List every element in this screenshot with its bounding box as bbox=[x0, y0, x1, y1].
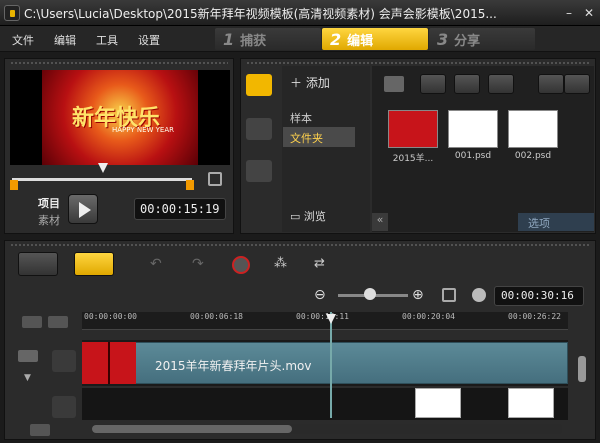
trim-start-handle[interactable] bbox=[10, 180, 18, 190]
trim-end-handle[interactable] bbox=[186, 180, 194, 190]
record-icon[interactable] bbox=[232, 256, 250, 274]
zoom-out-icon[interactable]: ⊖ bbox=[314, 287, 326, 303]
overlay-track[interactable] bbox=[82, 388, 568, 420]
tab-share[interactable]: 3 分享 bbox=[429, 28, 535, 50]
title-icon[interactable] bbox=[246, 160, 272, 182]
media-thumb-psd-2[interactable] bbox=[508, 110, 558, 148]
ruler-tick: 00:00:00:00 bbox=[84, 312, 137, 321]
track-manager-icon[interactable] bbox=[22, 316, 42, 328]
step-number: 2 bbox=[330, 30, 342, 49]
scrubber-bar[interactable] bbox=[12, 178, 192, 181]
ruler-tick: 00:00:20:04 bbox=[402, 312, 455, 321]
undo-icon[interactable]: ↶ bbox=[150, 256, 162, 272]
add-label: 添加 bbox=[305, 76, 330, 90]
tab-edit[interactable]: 2 编辑 bbox=[322, 28, 428, 50]
panel-grip bbox=[246, 61, 590, 65]
add-track-icon[interactable] bbox=[30, 424, 50, 436]
ripple-edit-icon[interactable] bbox=[18, 350, 38, 362]
menu-edit[interactable]: 编辑 bbox=[54, 32, 76, 48]
fit-screen-icon[interactable] bbox=[208, 172, 222, 186]
menu-file[interactable]: 文件 bbox=[12, 32, 34, 48]
redo-icon[interactable]: ↷ bbox=[192, 256, 204, 272]
plus-icon: ＋ bbox=[290, 76, 306, 90]
video-track-icon[interactable] bbox=[52, 350, 76, 372]
thumb-caption: 001.psd bbox=[454, 151, 492, 161]
timeline-view-button[interactable] bbox=[74, 252, 114, 276]
panel-grip bbox=[10, 243, 590, 247]
overlay-clip-2[interactable] bbox=[508, 388, 554, 418]
thumb-caption: 002.psd bbox=[514, 151, 552, 161]
step-number: 1 bbox=[223, 30, 235, 49]
media-thumb-video[interactable] bbox=[388, 110, 438, 148]
menu-settings[interactable]: 设置 bbox=[138, 32, 160, 48]
browse-icon: ▭ bbox=[290, 210, 304, 223]
transition-icon[interactable] bbox=[246, 118, 272, 140]
step-number: 3 bbox=[437, 30, 449, 49]
vertical-scrollbar[interactable] bbox=[578, 356, 586, 382]
ruler-tick: 00:00:13:11 bbox=[296, 312, 349, 321]
step-label: 捕获 bbox=[240, 34, 267, 49]
zoom-slider-knob[interactable] bbox=[364, 288, 376, 300]
overlay-track-icon[interactable] bbox=[52, 396, 76, 418]
zoom-in-icon[interactable]: ⊕ bbox=[412, 287, 424, 303]
show-photo-button[interactable] bbox=[454, 74, 480, 94]
audio-mixer-icon[interactable]: ⁂ bbox=[274, 256, 287, 271]
minimize-button[interactable]: – bbox=[560, 4, 578, 22]
close-button[interactable]: ✕ bbox=[580, 4, 598, 22]
step-label: 编辑 bbox=[347, 34, 374, 49]
clip-thumbnail bbox=[82, 342, 136, 384]
overlay-clip-1[interactable] bbox=[415, 388, 461, 418]
folder-item-folder[interactable]: 文件夹 bbox=[283, 127, 355, 147]
menu-tools[interactable]: 工具 bbox=[96, 32, 118, 48]
window-title: C:\Users\Lucia\Desktop\2015新年拜年视频模板(高清视频… bbox=[24, 7, 497, 21]
app-icon bbox=[4, 5, 20, 21]
horizontal-scrollbar-thumb[interactable] bbox=[92, 425, 292, 433]
browse-button[interactable]: ▭ 浏览 bbox=[290, 208, 326, 224]
folder-icon[interactable] bbox=[384, 76, 404, 92]
storyboard-view-button[interactable] bbox=[18, 252, 58, 276]
playhead[interactable] bbox=[330, 312, 332, 418]
clip-name: 2015羊年新春拜年片头.mov bbox=[155, 359, 312, 373]
show-audio-button[interactable] bbox=[488, 74, 514, 94]
show-video-button[interactable] bbox=[420, 74, 446, 94]
list-view-button[interactable] bbox=[538, 74, 564, 94]
ruler-tick: 00:00:26:22 bbox=[508, 312, 561, 321]
collapse-library-button[interactable]: « bbox=[372, 213, 388, 231]
tab-capture[interactable]: 1 捕获 bbox=[215, 28, 321, 50]
fit-project-icon[interactable] bbox=[442, 288, 456, 302]
chapter-icon[interactable] bbox=[48, 316, 68, 328]
project-mode-label[interactable]: 项目 bbox=[38, 195, 60, 211]
browse-label: 浏览 bbox=[303, 210, 326, 223]
preview-image: 新年快乐 HAPPY NEW YEAR bbox=[42, 70, 198, 165]
play-button[interactable] bbox=[68, 194, 98, 224]
preview-sub-text: HAPPY NEW YEAR bbox=[112, 126, 174, 134]
options-button[interactable]: 选项 bbox=[518, 213, 594, 231]
clip-mode-label[interactable]: 素材 bbox=[38, 212, 60, 228]
timeline-timecode[interactable]: 00:00:30:16 bbox=[494, 286, 584, 306]
clock-icon bbox=[472, 288, 486, 302]
preview-timecode[interactable]: 00:00:15:19 bbox=[134, 198, 226, 220]
preview-screen: 新年快乐 HAPPY NEW YEAR bbox=[10, 70, 230, 165]
chevron-down-icon[interactable]: ▼ bbox=[24, 373, 31, 383]
ruler-tick: 00:00:06:18 bbox=[190, 312, 243, 321]
media-library-icon[interactable] bbox=[246, 74, 272, 96]
step-label: 分享 bbox=[454, 34, 481, 49]
thumbnail-view-button[interactable] bbox=[564, 74, 590, 94]
panel-grip bbox=[10, 61, 228, 65]
folder-item-sample[interactable]: 样本 bbox=[290, 110, 312, 126]
thumb-caption: 2015羊... bbox=[392, 154, 434, 164]
media-thumb-psd-1[interactable] bbox=[448, 110, 498, 148]
auto-music-icon[interactable]: ⇄ bbox=[314, 256, 325, 271]
add-folder-button[interactable]: ＋ 添加 bbox=[290, 74, 330, 91]
